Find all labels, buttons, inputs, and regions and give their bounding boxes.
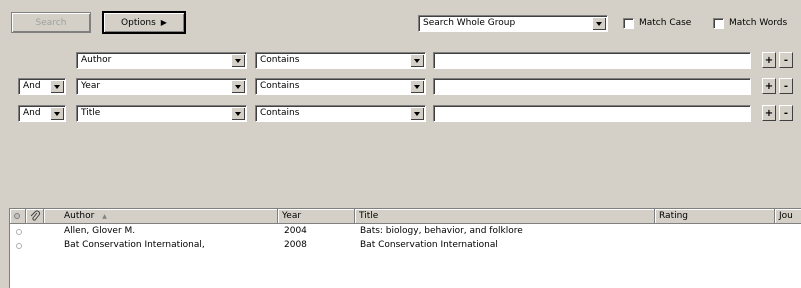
match-words-checkbox[interactable] (713, 18, 724, 29)
match-case-checkbox[interactable] (623, 18, 634, 29)
chevron-down-icon[interactable] (410, 54, 424, 67)
column-header-title[interactable]: Title (355, 209, 655, 224)
column-header-rating[interactable]: Rating (655, 209, 775, 224)
row-year: 2008 (284, 240, 307, 250)
search-button-label: Search (35, 17, 67, 28)
criteria-field-select-2[interactable]: Year (76, 78, 247, 95)
criteria-operator-value: Contains (260, 81, 300, 91)
sort-ascending-icon: ▲ (102, 213, 107, 220)
column-header-read-status[interactable] (10, 209, 26, 224)
match-words-label: Match Words (729, 18, 788, 28)
remove-criteria-button[interactable]: - (779, 105, 793, 121)
chevron-down-icon[interactable] (50, 107, 64, 120)
results-list[interactable]: Author ▲ Year Title Rating Jou Allen, Gl… (9, 208, 801, 288)
unread-dot-icon (16, 243, 22, 249)
chevron-down-icon[interactable] (231, 54, 245, 67)
options-button-label: Options (121, 17, 156, 28)
row-year: 2004 (284, 226, 307, 236)
table-row[interactable]: Allen, Glover M. 2004 Bats: biology, beh… (10, 225, 801, 238)
criteria-field-value: Year (81, 81, 101, 91)
remove-criteria-button[interactable]: - (779, 78, 793, 94)
criteria-value-input-3[interactable] (433, 105, 751, 122)
criteria-value-input-2[interactable] (433, 78, 751, 95)
criteria-value-input-1[interactable] (433, 52, 751, 69)
minus-icon: - (783, 107, 789, 119)
column-header-year[interactable]: Year (278, 209, 355, 224)
plus-icon: + (764, 80, 774, 92)
column-header-title-label: Title (359, 211, 379, 221)
criteria-field-select-1[interactable]: Author (76, 52, 247, 69)
match-case-label: Match Case (639, 18, 692, 28)
row-title: Bat Conservation International (360, 240, 498, 250)
criteria-operator-select-2[interactable]: Contains (255, 78, 426, 95)
criteria-field-select-3[interactable]: Title (76, 105, 247, 122)
chevron-down-icon[interactable] (410, 80, 424, 93)
chevron-down-icon[interactable] (231, 107, 245, 120)
criteria-bool-select-2[interactable]: And (18, 78, 66, 95)
plus-icon: + (764, 107, 774, 119)
column-header-attachment[interactable] (26, 209, 44, 224)
criteria-field-value: Author (81, 55, 112, 65)
chevron-down-icon[interactable] (410, 107, 424, 120)
column-header-rating-label: Rating (659, 211, 689, 221)
add-criteria-button[interactable]: + (762, 78, 776, 94)
triangle-right-icon: ▶ (160, 18, 167, 27)
chevron-down-icon[interactable] (592, 17, 606, 30)
minus-icon: - (783, 54, 789, 66)
search-scope-select[interactable]: Search Whole Group (418, 15, 608, 32)
read-status-icon (14, 213, 20, 219)
options-button[interactable]: Options ▶ (102, 11, 186, 34)
criteria-field-value: Title (81, 108, 101, 118)
criteria-operator-value: Contains (260, 108, 300, 118)
chevron-down-icon[interactable] (50, 80, 64, 93)
column-header-journal[interactable]: Jou (775, 209, 801, 224)
column-header-journal-label: Jou (779, 211, 793, 221)
unread-dot-icon (16, 229, 22, 235)
minus-icon: - (783, 80, 789, 92)
row-title: Bats: biology, behavior, and folklore (360, 226, 523, 236)
criteria-operator-value: Contains (260, 55, 300, 65)
search-button[interactable]: Search (11, 12, 91, 33)
column-header-author-label: Author (64, 211, 95, 221)
remove-criteria-button[interactable]: - (779, 52, 793, 68)
criteria-operator-select-1[interactable]: Contains (255, 52, 426, 69)
row-author: Bat Conservation International, (64, 240, 205, 250)
add-criteria-button[interactable]: + (762, 105, 776, 121)
table-row[interactable]: Bat Conservation International, 2008 Bat… (10, 239, 801, 252)
column-header-author[interactable]: Author ▲ (44, 209, 278, 224)
chevron-down-icon[interactable] (231, 80, 245, 93)
paperclip-icon (30, 210, 40, 221)
plus-icon: + (764, 54, 774, 66)
column-header-year-label: Year (282, 211, 302, 221)
row-author: Allen, Glover M. (64, 226, 136, 236)
criteria-bool-value: And (23, 81, 41, 91)
criteria-operator-select-3[interactable]: Contains (255, 105, 426, 122)
criteria-bool-value: And (23, 108, 41, 118)
search-scope-value: Search Whole Group (423, 18, 516, 28)
add-criteria-button[interactable]: + (762, 52, 776, 68)
criteria-bool-select-3[interactable]: And (18, 105, 66, 122)
